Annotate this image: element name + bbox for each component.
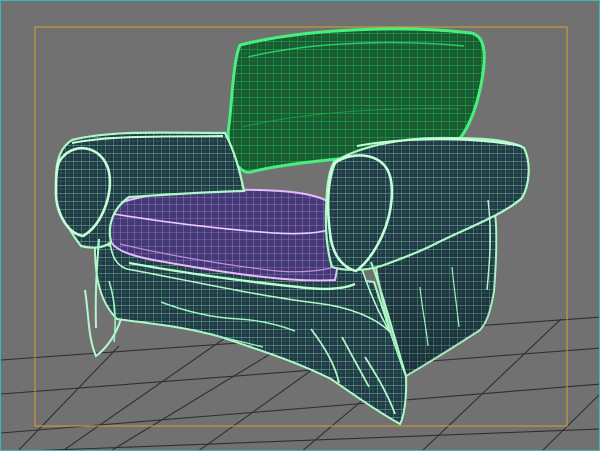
3d-viewport[interactable] bbox=[0, 0, 600, 451]
viewport-canvas[interactable] bbox=[1, 1, 600, 451]
